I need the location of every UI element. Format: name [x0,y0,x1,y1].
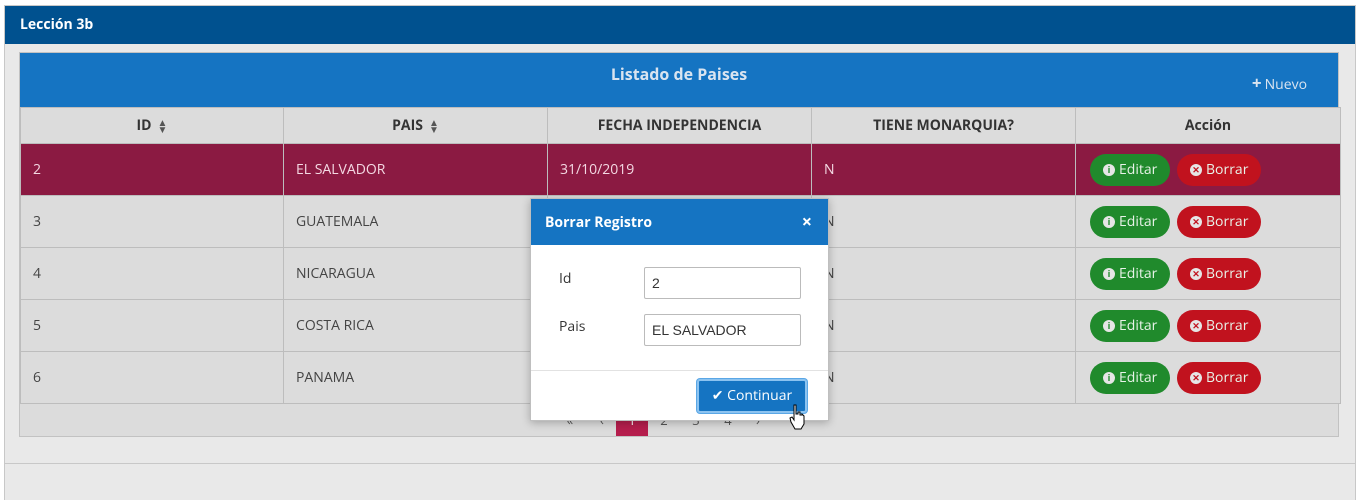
panel-title: Lección 3b [5,6,1355,44]
id-field[interactable] [644,267,801,299]
cell-id: 4 [20,247,284,300]
check-icon: ✔ [711,386,728,405]
close-circle-icon: ✕ [1190,215,1203,228]
cell-monarquia: N [811,195,1076,248]
delete-button[interactable]: ✕ Borrar [1177,309,1262,342]
info-icon: i [1103,267,1115,280]
panel-footer [5,463,1355,500]
table-header-row: ID ▲ ▼ PAIS ▲ ▼ FECHA INDEPENDENCIA TIENE MO… [20,107,1341,144]
new-button[interactable]: + Nuevo [1252,71,1307,94]
cell-actions: i Editar ✕ Borrar [1075,247,1341,300]
new-button-label: Nuevo [1264,75,1307,94]
cell-pais: EL SALVADOR [283,143,548,196]
info-icon: i [1103,371,1115,384]
close-circle-icon: ✕ [1190,267,1203,280]
column-header-id[interactable]: ID ▲ ▼ [20,107,284,144]
close-circle-icon: ✕ [1190,163,1203,176]
info-icon: i [1103,163,1115,176]
pais-field[interactable] [644,314,801,346]
modal-footer: ✔ Continuar [531,371,828,421]
cell-pais: GUATEMALA [283,195,548,248]
id-label: Id [559,269,572,288]
cell-monarquia: N [811,351,1076,404]
table-row[interactable]: 2 EL SALVADOR 31/10/2019 N i Editar ✕ Borr… [20,143,1341,196]
modal-header: Borrar Registro × [531,199,828,245]
cell-pais: NICARAGUA [283,247,548,300]
delete-button[interactable]: ✕ Borrar [1177,361,1262,394]
delete-button[interactable]: ✕ Borrar [1177,257,1262,290]
edit-button[interactable]: i Editar [1090,257,1171,290]
close-circle-icon: ✕ [1190,371,1203,384]
grid-header: Listado de Paises + Nuevo [20,53,1338,107]
cell-id: 3 [20,195,284,248]
delete-button[interactable]: ✕ Borrar [1177,205,1262,238]
edit-button[interactable]: i Editar [1090,205,1171,238]
cell-actions: i Editar ✕ Borrar [1075,299,1341,352]
cell-actions: i Editar ✕ Borrar [1075,195,1341,248]
cell-monarquia: N [811,143,1076,196]
close-icon[interactable]: × [802,210,812,234]
cell-pais: COSTA RICA [283,299,548,352]
cell-actions: i Editar ✕ Borrar [1075,143,1341,196]
cell-monarquia: N [811,299,1076,352]
column-header-monarquia: TIENE MONARQUIA? [811,107,1076,144]
column-header-pais[interactable]: PAIS ▲ ▼ [283,107,548,144]
sort-icon[interactable]: ▲ ▼ [429,117,439,134]
info-icon: i [1103,215,1115,228]
cell-id: 5 [20,299,284,352]
edit-button[interactable]: i Editar [1090,153,1171,186]
cell-actions: i Editar ✕ Borrar [1075,351,1341,404]
sort-icon[interactable]: ▲ ▼ [158,117,168,134]
pais-label: Pais [559,317,586,336]
delete-modal: Borrar Registro × Id Pais ✔ Continuar [530,198,829,421]
grid-title: Listado de Paises [610,63,748,85]
cell-monarquia: N [811,247,1076,300]
cell-id: 6 [20,351,284,404]
cell-id: 2 [20,143,284,196]
delete-button[interactable]: ✕ Borrar [1177,153,1262,186]
edit-button[interactable]: i Editar [1090,361,1171,394]
hand-cursor-icon [789,404,805,430]
modal-title: Borrar Registro [545,213,652,232]
cell-pais: PANAMA [283,351,548,404]
info-icon: i [1103,319,1115,332]
cell-fecha: 31/10/2019 [547,143,812,196]
modal-body: Id Pais [531,245,828,371]
column-header-fecha: FECHA INDEPENDENCIA [547,107,812,144]
close-circle-icon: ✕ [1190,319,1203,332]
column-header-accion: Acción [1075,107,1341,144]
plus-icon: + [1251,71,1262,94]
edit-button[interactable]: i Editar [1090,309,1171,342]
